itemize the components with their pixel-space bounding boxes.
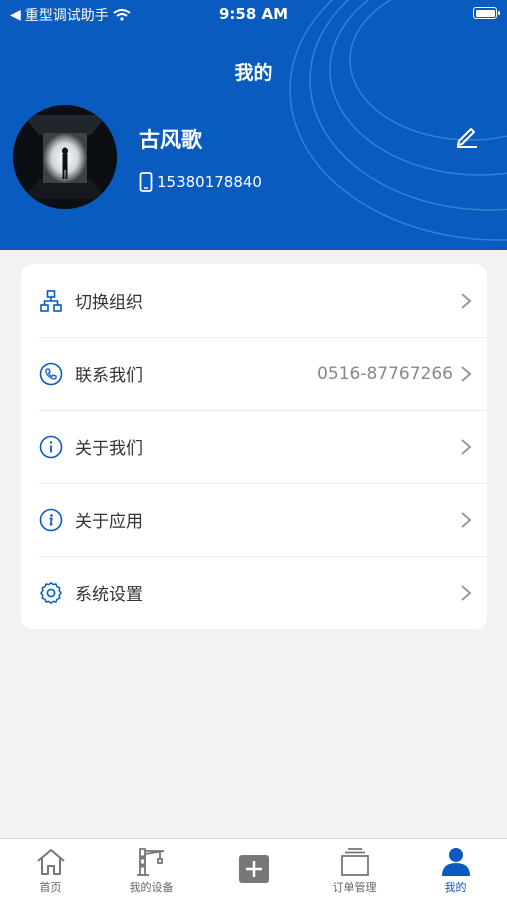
profile-header: ◀ 重型调试助手 9:58 AM 我的 古风歌 15380178840 <box>0 0 507 250</box>
info-icon <box>39 435 63 458</box>
battery-icon <box>473 7 500 19</box>
tab-label: 我的设备 <box>129 881 174 894</box>
mobile-phone-icon <box>139 172 153 192</box>
tab-label: 订单管理 <box>332 881 377 894</box>
orders-icon <box>341 848 369 876</box>
tab-label: 首页 <box>39 881 62 894</box>
user-name: 古风歌 <box>139 128 202 152</box>
chevron-right-icon <box>461 511 472 528</box>
gear-icon <box>40 581 62 604</box>
menu-item-about-us[interactable]: 关于我们 <box>21 410 487 483</box>
user-icon <box>442 848 470 876</box>
status-bar: ◀ 重型调试助手 9:58 AM <box>0 0 507 28</box>
tab-my-devices[interactable]: 我的设备 <box>101 839 202 901</box>
menu-item-label: 联系我们 <box>75 366 143 386</box>
tab-order-management[interactable]: 订单管理 <box>304 839 405 901</box>
status-time: 9:58 AM <box>218 5 289 23</box>
tab-bar: 首页 我的设备 订单管理 我的 <box>0 838 507 901</box>
menu-item-label: 切换组织 <box>75 293 143 313</box>
page-title: 我的 <box>234 62 273 84</box>
avatar[interactable] <box>13 105 117 209</box>
tab-home[interactable]: 首页 <box>0 839 101 901</box>
menu-item-contact-us[interactable]: 联系我们 0516-87767266 <box>21 337 487 410</box>
tab-add[interactable] <box>203 839 304 901</box>
user-phone: 15380178840 <box>139 172 262 192</box>
org-icon <box>40 289 62 312</box>
menu-item-about-app[interactable]: 关于应用 <box>21 483 487 556</box>
add-icon <box>239 855 269 883</box>
avatar-image <box>13 105 117 209</box>
menu-card: 切换组织 联系我们 0516-87767266 关于我们 关于应用 系统设置 <box>21 264 487 629</box>
chevron-right-icon <box>461 438 472 455</box>
tab-mine[interactable]: 我的 <box>405 839 506 901</box>
chevron-right-icon <box>461 584 472 601</box>
menu-item-switch-org[interactable]: 切换组织 <box>21 264 487 337</box>
menu-item-label: 关于应用 <box>75 512 143 532</box>
menu-item-label: 系统设置 <box>75 585 143 605</box>
tab-label: 我的 <box>444 881 467 894</box>
phone-number: 15380178840 <box>157 173 262 191</box>
contact-phone-value: 0516-87767266 <box>317 363 453 384</box>
chevron-right-icon <box>461 292 472 309</box>
home-icon <box>37 849 65 875</box>
menu-item-system-settings[interactable]: 系统设置 <box>21 556 487 629</box>
info-icon <box>39 508 63 531</box>
menu-item-label: 关于我们 <box>75 439 143 459</box>
crane-icon <box>137 848 165 876</box>
chevron-right-icon <box>461 365 472 382</box>
phone-icon <box>39 362 63 385</box>
edit-profile-icon[interactable] <box>454 123 480 149</box>
